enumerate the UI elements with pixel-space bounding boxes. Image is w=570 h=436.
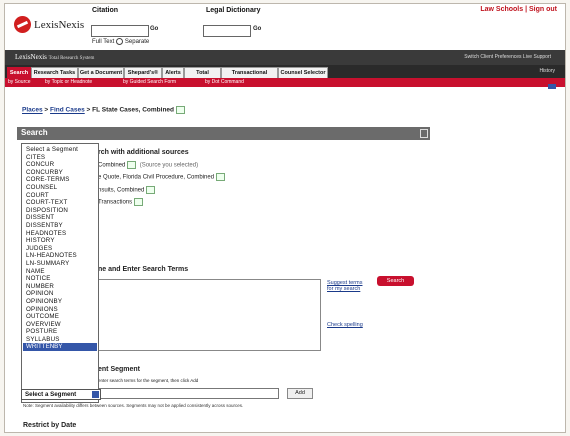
citation-input[interactable] (91, 25, 149, 37)
source-row-1[interactable]: Combined (Source you selected) (98, 161, 198, 169)
utility-links[interactable]: Switch Client Preferences Live Support (464, 54, 551, 60)
segment-option[interactable]: COURT (26, 192, 49, 199)
full-text-option[interactable]: Full Text Separate (92, 38, 149, 45)
brand-title: LexisNexis Total Research System (15, 53, 95, 61)
separate-radio-icon[interactable] (115, 38, 123, 45)
segment-note: Note: Segment availability differs betwe… (23, 403, 244, 408)
segment-option[interactable]: SYLLABUS (26, 336, 60, 343)
brand-bar: LexisNexis Total Research System Switch … (5, 50, 565, 65)
segment-option[interactable]: JUDGES (26, 245, 52, 252)
breadcrumb-separator: > (42, 106, 51, 114)
source-info-icon[interactable] (176, 106, 185, 114)
segment-hint: enter search terms for the segment, then… (98, 378, 199, 383)
additional-sources-heading: rch with additional sources (98, 149, 189, 156)
segment-option[interactable]: HEADNOTES (26, 230, 66, 237)
segment-option[interactable]: LN-HEADNOTES (26, 252, 77, 259)
subnav-by-source[interactable]: by Source (8, 79, 31, 85)
source-row-2[interactable]: e Quote, Florida Civil Procedure, Combin… (98, 173, 226, 181)
source-info-icon[interactable] (146, 186, 156, 194)
source-row-3[interactable]: nsuits, Combined (98, 186, 156, 194)
suggest-terms-link[interactable]: Suggest terms for my search (327, 280, 369, 292)
citation-go-button[interactable]: Go (150, 26, 158, 32)
segment-option[interactable]: OPINIONBY (26, 298, 62, 305)
breadcrumb-places-link[interactable]: Places (22, 107, 43, 114)
scroll-indicator[interactable] (548, 84, 556, 89)
search-terms-textarea[interactable] (93, 279, 321, 351)
search-button[interactable]: Search (377, 276, 414, 286)
segment-select-value: Select a Segment (25, 391, 77, 398)
segment-option[interactable]: OUTCOME (26, 313, 59, 320)
segment-option[interactable]: POSTURE (26, 328, 57, 335)
dictionary-go-button[interactable]: Go (253, 26, 261, 32)
source-info-icon[interactable] (134, 198, 144, 206)
segment-option[interactable]: Select a Segment (26, 146, 78, 153)
search-panel-header: Search (17, 127, 430, 140)
breadcrumb-current: > FL State Cases, Combined (84, 106, 174, 114)
subnav-by-topic[interactable]: by Topic or Headnote (45, 79, 92, 85)
source-info-icon[interactable] (127, 161, 137, 169)
segment-option[interactable]: COURT-TEXT (26, 199, 67, 206)
history-link[interactable]: History (539, 68, 555, 74)
legal-dictionary-input[interactable] (203, 25, 251, 37)
segment-option[interactable]: CORE-TERMS (26, 176, 70, 183)
enter-search-terms-heading: ne and Enter Search Terms (98, 266, 189, 273)
lexisnexis-logo[interactable]: LexisNexis (14, 16, 84, 33)
segment-heading: ent Segment (98, 366, 141, 373)
segment-option[interactable]: NUMBER (26, 283, 54, 290)
logo-text: LexisNexis (34, 18, 85, 31)
segment-option-label: WRITTENBY (26, 343, 63, 351)
segment-option[interactable]: OPINIONS (26, 306, 58, 313)
segment-option[interactable]: CITES (26, 154, 45, 161)
chevron-down-icon[interactable] (92, 391, 99, 398)
segment-option[interactable]: HISTORY (26, 237, 55, 244)
search-subnav: by Source by Topic or Headnote by Guided… (5, 78, 565, 87)
segment-option[interactable]: DISSENT (26, 214, 54, 221)
segment-option[interactable]: OVERVIEW (26, 321, 61, 328)
segment-option[interactable]: NOTICE (26, 275, 51, 282)
subnav-dot-command[interactable]: by Dot Command (205, 79, 244, 85)
segment-select[interactable]: Select a Segment (21, 389, 101, 400)
breadcrumb-find-cases-link[interactable]: Find Cases (50, 107, 85, 114)
lexisnexis-logo-icon (14, 16, 31, 33)
help-icon[interactable] (420, 129, 428, 138)
segment-option[interactable]: NAME (26, 268, 45, 275)
segment-option[interactable]: CONCUR (26, 161, 54, 168)
add-segment-button[interactable]: Add (287, 388, 313, 399)
main-nav: Search Research Tasks Get a Document She… (5, 65, 565, 86)
segment-option-highlighted[interactable]: WRITTENBY (23, 343, 97, 352)
top-header: LexisNexis Citation Go Full Text Separat… (5, 4, 565, 50)
segment-option[interactable]: LN-SUMMARY (26, 260, 70, 267)
segment-dropdown-list[interactable]: Select a Segment CITES CONCUR CONCURBY C… (21, 143, 99, 403)
segment-option[interactable]: OPINION (26, 290, 54, 297)
segment-option[interactable]: DISPOSITION (26, 207, 68, 214)
subnav-guided-search[interactable]: by Guided Search Form (123, 79, 176, 85)
check-spelling-link[interactable]: Check spelling (327, 322, 363, 328)
legal-dictionary-label: Legal Dictionary (206, 7, 261, 14)
browser-frame: LexisNexis Citation Go Full Text Separat… (4, 3, 566, 433)
citation-label: Citation (92, 7, 119, 14)
breadcrumb: Places > Find Cases > FL State Cases, Co… (22, 106, 185, 114)
segment-option[interactable]: COUNSEL (26, 184, 57, 191)
segment-option[interactable]: DISSENTBY (26, 222, 63, 229)
brand-subtitle: Total Research System (48, 56, 95, 61)
segment-terms-input[interactable] (99, 388, 279, 399)
search-panel-title: Search (21, 128, 48, 137)
source-info-icon[interactable] (216, 173, 226, 181)
segment-option[interactable]: CONCURBY (26, 169, 63, 176)
source-row-4[interactable]: Transactions (98, 198, 144, 206)
restrict-by-date-heading: Restrict by Date (23, 422, 77, 429)
top-links[interactable]: Law Schools | Sign out (480, 6, 557, 13)
